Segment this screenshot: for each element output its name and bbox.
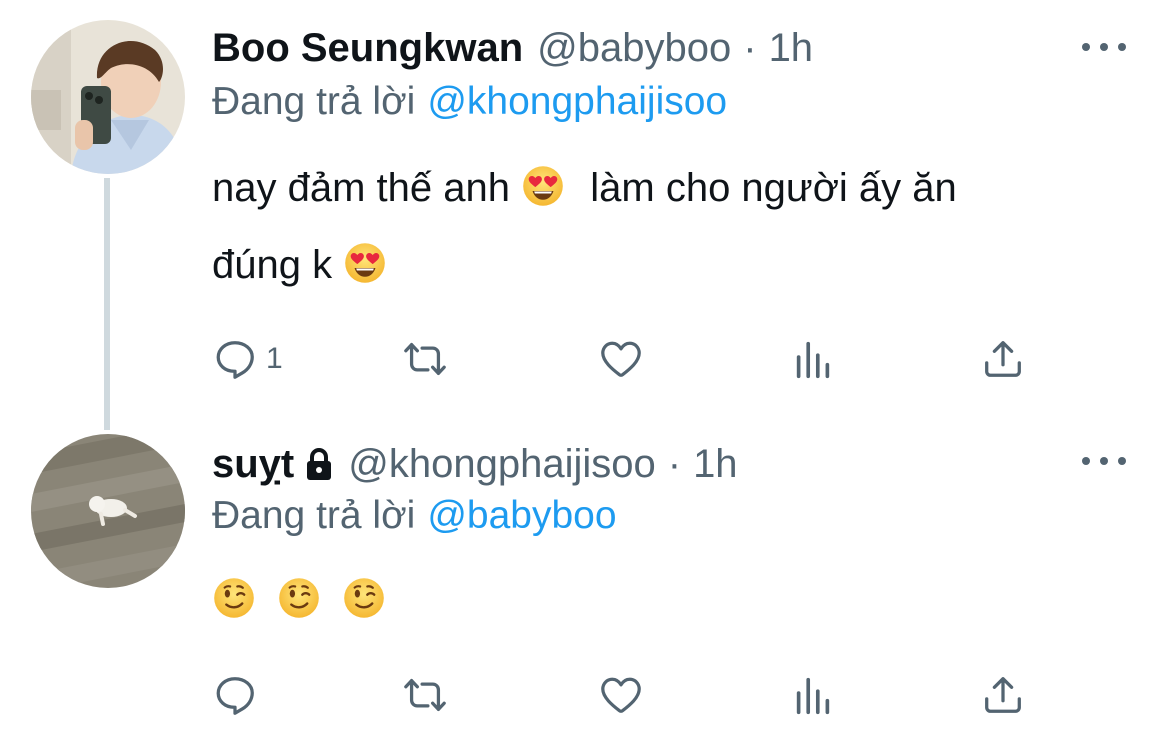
share-button[interactable] bbox=[980, 334, 1026, 384]
winking-face-emoji bbox=[342, 576, 386, 620]
author-name[interactable]: suỵt bbox=[212, 442, 294, 487]
separator: · bbox=[743, 25, 757, 70]
reply-button[interactable] bbox=[212, 670, 266, 720]
mention-link[interactable]: @khongphaijisoo bbox=[427, 80, 727, 123]
replying-to: Đang trả lời @khongphaijisoo bbox=[212, 80, 727, 124]
avatar[interactable] bbox=[31, 20, 185, 174]
tweet[interactable]: suỵt @khongphaijisoo · 1h Đang trả lời @b… bbox=[0, 420, 1170, 741]
heart-icon bbox=[598, 336, 644, 382]
analytics-button[interactable] bbox=[790, 670, 836, 720]
winking-face-emoji bbox=[212, 576, 256, 620]
action-bar bbox=[212, 670, 1042, 720]
retweet-icon bbox=[402, 336, 448, 382]
reply-icon bbox=[212, 672, 258, 718]
tweet[interactable]: Boo Seungkwan @babyboo · 1h Đang trả lời… bbox=[0, 0, 1170, 430]
share-button[interactable] bbox=[980, 670, 1026, 720]
replying-prefix: Đang trả lời bbox=[212, 80, 416, 123]
timestamp[interactable]: 1h bbox=[693, 442, 738, 487]
author-handle[interactable]: @babyboo bbox=[537, 26, 731, 71]
analytics-icon bbox=[790, 672, 836, 718]
author-name[interactable]: Boo Seungkwan bbox=[212, 26, 523, 71]
like-button[interactable] bbox=[598, 670, 644, 720]
tweet-text-part: làm cho người ấy ăn bbox=[590, 166, 957, 210]
reply-count: 1 bbox=[266, 342, 283, 375]
lock-icon bbox=[304, 446, 334, 482]
like-button[interactable] bbox=[598, 334, 644, 384]
more-icon[interactable] bbox=[1082, 451, 1126, 471]
winking-face-emoji bbox=[277, 576, 321, 620]
retweet-button[interactable] bbox=[402, 334, 448, 384]
tweet-text-part: nay đảm thế anh bbox=[212, 166, 510, 210]
tweet-header: suỵt @khongphaijisoo · 1h bbox=[212, 434, 738, 494]
analytics-button[interactable] bbox=[790, 334, 836, 384]
share-icon bbox=[980, 336, 1026, 382]
heart-eyes-emoji bbox=[343, 241, 387, 285]
action-bar: 1 bbox=[212, 334, 1042, 384]
tweet-text-part: đúng k bbox=[212, 243, 333, 287]
retweet-button[interactable] bbox=[402, 670, 448, 720]
tweet-header: Boo Seungkwan @babyboo · 1h bbox=[212, 18, 813, 78]
analytics-icon bbox=[790, 336, 836, 382]
more-icon[interactable] bbox=[1082, 37, 1126, 57]
separator: · bbox=[667, 441, 682, 486]
timestamp[interactable]: 1h bbox=[769, 26, 814, 71]
replying-prefix: Đang trả lời bbox=[212, 494, 416, 537]
author-handle[interactable]: @khongphaijisoo bbox=[348, 442, 655, 487]
retweet-icon bbox=[402, 672, 448, 718]
replying-to: Đang trả lời @babyboo bbox=[212, 494, 617, 538]
heart-eyes-emoji bbox=[521, 164, 565, 208]
thread-line bbox=[104, 178, 110, 430]
heart-icon bbox=[598, 672, 644, 718]
reply-button[interactable]: 1 bbox=[212, 334, 283, 384]
tweet-text bbox=[212, 562, 1112, 639]
share-icon bbox=[980, 672, 1026, 718]
avatar[interactable] bbox=[31, 434, 185, 588]
mention-link[interactable]: @babyboo bbox=[427, 494, 616, 537]
reply-icon bbox=[212, 336, 258, 382]
tweet-text: nay đảm thế anh làm cho người ấy ăn đúng… bbox=[212, 150, 1112, 304]
